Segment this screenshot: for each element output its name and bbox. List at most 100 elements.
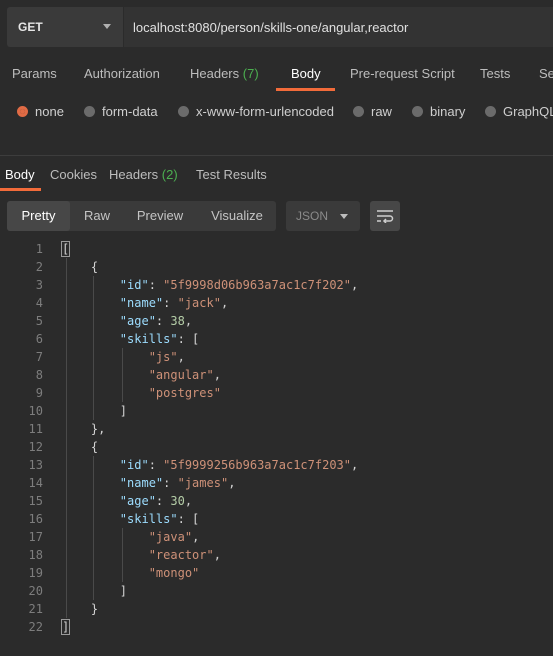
radio-label: none: [35, 104, 64, 119]
radio-icon: [84, 106, 95, 117]
radio-graphql[interactable]: GraphQL: [485, 104, 553, 119]
radio-raw[interactable]: raw: [353, 104, 392, 119]
code-text: {: [62, 258, 98, 276]
code-line: 3 "id": "5f9998d06b963a7ac1c7f202",: [0, 276, 553, 294]
json-key: "name": [119, 296, 164, 310]
radio-selected-icon: [17, 106, 28, 117]
json-string: "james": [177, 476, 229, 490]
json-string: "java": [148, 530, 193, 544]
url-input[interactable]: localhost:8080/person/skills-one/angular…: [124, 7, 553, 47]
code-line: 20 ]: [0, 582, 553, 600]
body-type-options: none form-data x-www-form-urlencoded raw…: [0, 100, 553, 122]
headers-count-badge: (7): [242, 66, 259, 81]
json-punctuation: ,: [228, 476, 236, 490]
tab-settings-truncated[interactable]: Se: [539, 66, 553, 81]
view-preview-button[interactable]: Preview: [128, 201, 192, 231]
tab-pre-request-script[interactable]: Pre-request Script: [350, 66, 455, 81]
tab-body[interactable]: Body: [291, 66, 321, 81]
radio-label: GraphQL: [503, 104, 553, 119]
code-line: 21 }: [0, 600, 553, 618]
code-line: 8 "angular",: [0, 366, 553, 384]
chevron-down-icon: [103, 24, 111, 29]
line-number: 16: [28, 512, 43, 526]
wrap-lines-icon: [377, 210, 394, 223]
tab-response-headers[interactable]: Headers (2): [109, 167, 178, 182]
format-select[interactable]: JSON: [286, 201, 360, 231]
json-key: "age": [119, 494, 156, 508]
line-number: 7: [35, 350, 43, 364]
code-line: 10 ]: [0, 402, 553, 420]
json-punctuation: :: [155, 314, 171, 328]
view-pretty-button[interactable]: Pretty: [7, 201, 70, 231]
tab-cookies[interactable]: Cookies: [50, 167, 97, 182]
code-line: 18 "reactor",: [0, 546, 553, 564]
request-tabs: Params Authorization Headers (7) Body Pr…: [0, 60, 553, 91]
indent-guide: [122, 348, 123, 402]
wrap-lines-button[interactable]: [370, 201, 400, 231]
code-line: 2 {: [0, 258, 553, 276]
json-punctuation: ,: [351, 458, 359, 472]
code-text: "id": "5f9999256b963a7ac1c7f203",: [62, 456, 358, 474]
line-number: 22: [28, 620, 43, 634]
code-text: "java",: [62, 528, 200, 546]
code-text: }: [62, 600, 98, 618]
json-string: "js": [148, 350, 178, 364]
code-line: 15 "age": 30,: [0, 492, 553, 510]
code-text: "skills": [: [62, 330, 199, 348]
active-response-tab-indicator: [0, 188, 41, 191]
json-punctuation: :: [148, 278, 164, 292]
radio-binary[interactable]: binary: [412, 104, 465, 119]
code-line: 7 "js",: [0, 348, 553, 366]
json-punctuation: ]: [62, 584, 128, 598]
json-key: "skills": [119, 332, 178, 346]
tab-params[interactable]: Params: [12, 66, 57, 81]
json-punctuation: ,: [213, 368, 221, 382]
tab-authorization[interactable]: Authorization: [84, 66, 160, 81]
json-punctuation: ,: [351, 278, 359, 292]
json-punctuation: : [: [177, 332, 200, 346]
line-number: 10: [28, 404, 43, 418]
radio-form-data[interactable]: form-data: [84, 104, 158, 119]
code-line: 16 "skills": [: [0, 510, 553, 528]
code-text: "name": "jack",: [62, 294, 228, 312]
radio-icon: [353, 106, 364, 117]
tab-tests[interactable]: Tests: [480, 66, 510, 81]
code-text: },: [62, 420, 105, 438]
view-raw-button[interactable]: Raw: [73, 201, 121, 231]
radio-label: binary: [430, 104, 466, 119]
line-number: 3: [35, 278, 43, 292]
json-punctuation: [62, 386, 149, 400]
indent-guide: [122, 528, 123, 582]
code-line: 9 "postgres": [0, 384, 553, 402]
json-punctuation: [62, 548, 149, 562]
tab-test-results[interactable]: Test Results: [196, 167, 267, 182]
radio-x-www-form-urlencoded[interactable]: x-www-form-urlencoded: [178, 104, 334, 119]
line-number: 9: [35, 386, 43, 400]
code-text: "age": 30,: [62, 492, 192, 510]
code-text: "reactor",: [62, 546, 221, 564]
json-string: "reactor": [148, 548, 214, 562]
code-text: [: [60, 240, 71, 258]
json-punctuation: ,: [177, 350, 185, 364]
code-text: ]: [62, 402, 127, 420]
indent-guide: [93, 276, 94, 420]
json-punctuation: {: [62, 440, 99, 454]
json-punctuation: [62, 512, 120, 526]
method-select[interactable]: GET: [7, 7, 123, 47]
tab-response-body[interactable]: Body: [5, 167, 35, 182]
line-number: 20: [28, 584, 43, 598]
tab-headers[interactable]: Headers (7): [190, 66, 259, 81]
json-string: "angular": [148, 368, 214, 382]
json-string: "mongo": [148, 566, 200, 580]
code-line: 6 "skills": [: [0, 330, 553, 348]
view-visualize-button[interactable]: Visualize: [202, 201, 272, 231]
json-punctuation: [62, 350, 149, 364]
radio-none[interactable]: none: [17, 104, 64, 119]
radio-icon: [485, 106, 496, 117]
json-key: "id": [119, 458, 149, 472]
json-punctuation: ]: [62, 404, 128, 418]
code-line: 5 "age": 38,: [0, 312, 553, 330]
radio-icon: [412, 106, 423, 117]
code-line: 19 "mongo": [0, 564, 553, 582]
code-text: {: [62, 438, 98, 456]
